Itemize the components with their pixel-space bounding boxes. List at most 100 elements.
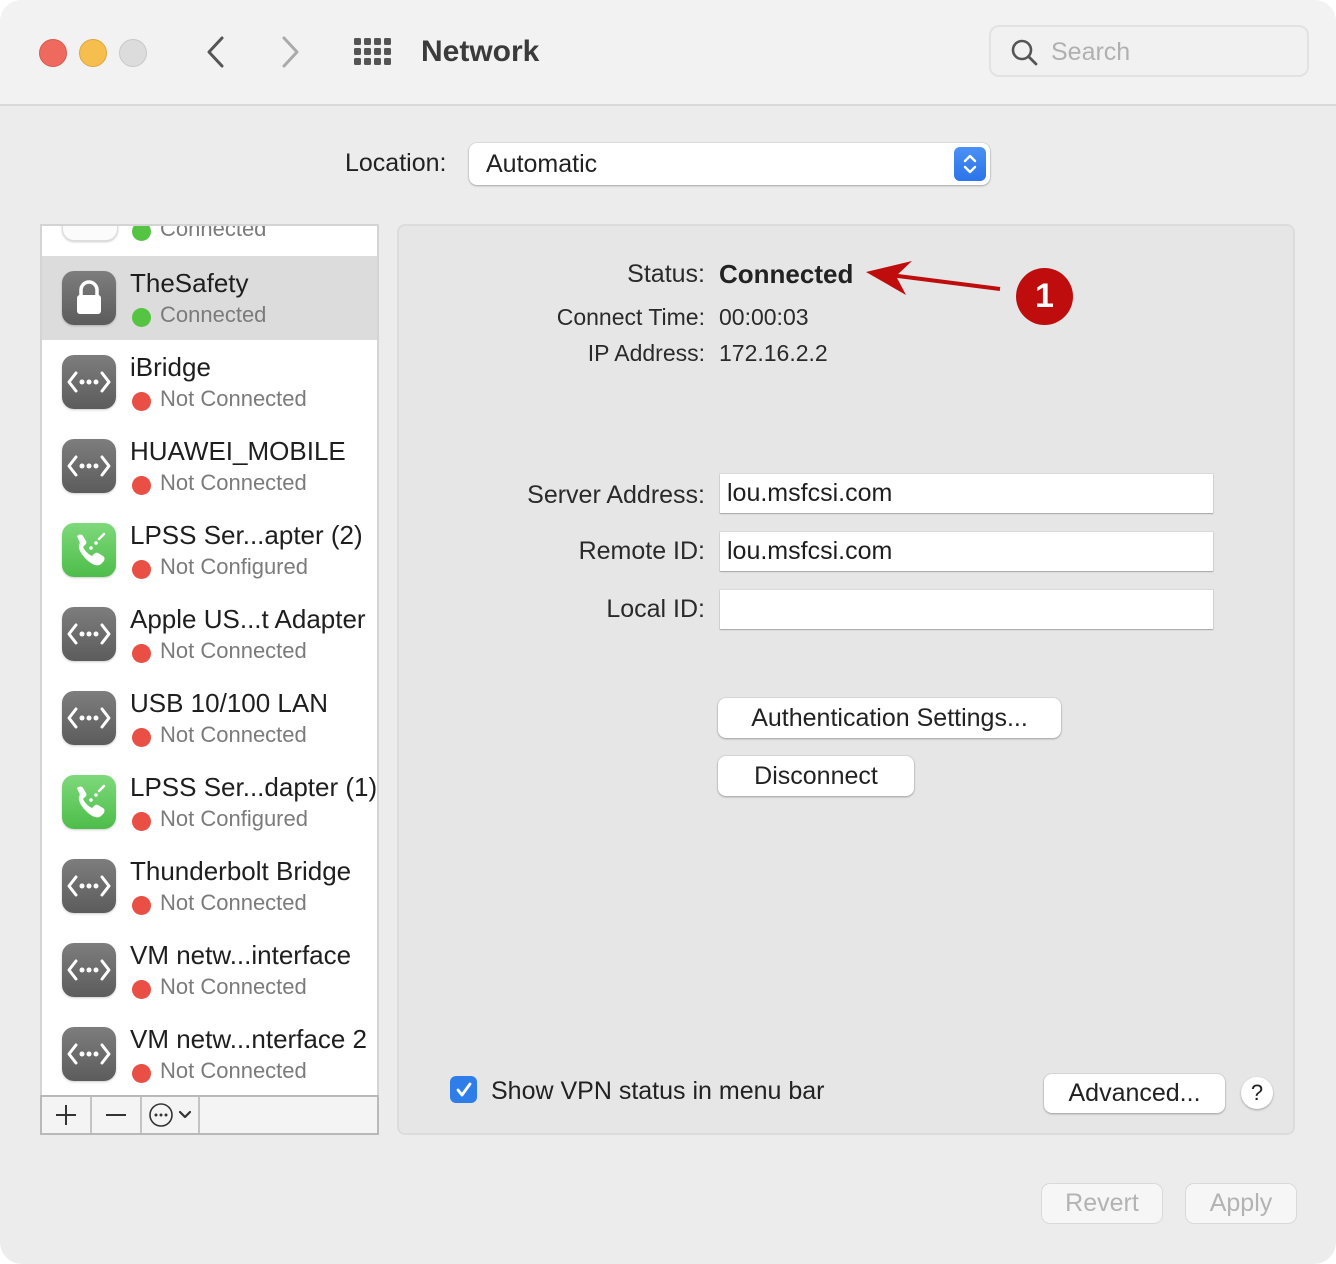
search-input[interactable] xyxy=(1049,35,1293,69)
status-dot-green xyxy=(132,226,151,241)
search-icon xyxy=(1011,39,1038,66)
status-value: Connected xyxy=(719,259,854,289)
connect-time-label: Connect Time: xyxy=(556,304,705,330)
service-actions-menu-button[interactable] xyxy=(142,1097,200,1133)
annotation-badge: 1 xyxy=(1016,268,1073,325)
service-status: Not Connected xyxy=(160,890,307,915)
window-title: Network xyxy=(421,35,540,68)
service-name: Thunderbolt Bridge xyxy=(130,856,352,886)
ip-address-label: IP Address: xyxy=(587,340,705,366)
apply-button[interactable]: Apply xyxy=(1186,1184,1296,1223)
ethernet-icon xyxy=(62,943,116,997)
status-dot-red xyxy=(132,560,151,579)
service-name: Apple US...t Adapter xyxy=(130,604,366,634)
server-address-label: Server Address: xyxy=(527,481,705,509)
chevron-down-icon xyxy=(178,1110,192,1119)
service-name: HUAWEI_MOBILE xyxy=(130,436,346,466)
ethernet-icon xyxy=(62,691,116,745)
connect-time-value: 00:00:03 xyxy=(719,304,809,330)
status-dot-green xyxy=(132,308,151,327)
remove-service-button[interactable] xyxy=(92,1097,142,1133)
server-address-input[interactable] xyxy=(720,474,1213,513)
service-item-vm-interface[interactable]: VM netw...interface Not Connected xyxy=(42,928,377,1012)
ip-address-value: 172.16.2.2 xyxy=(719,340,828,366)
service-item-vm-interface-2[interactable]: VM netw...nterface 2 Not Connected xyxy=(42,1012,377,1095)
ellipsis-circle-icon xyxy=(149,1103,173,1127)
service-name: LPSS Ser...dapter (1) xyxy=(130,772,378,802)
service-list[interactable]: Connected TheSafety Connected iBridge No… xyxy=(40,224,379,1095)
lock-icon xyxy=(62,271,116,325)
add-service-button[interactable] xyxy=(42,1097,92,1133)
close-window-button[interactable] xyxy=(39,39,67,67)
service-name: VM netw...nterface 2 xyxy=(130,1024,368,1054)
ethernet-icon xyxy=(62,355,116,409)
remote-id-input[interactable] xyxy=(720,532,1213,571)
service-name: LPSS Ser...apter (2) xyxy=(130,520,363,550)
local-id-label: Local ID: xyxy=(606,595,705,623)
service-status: Not Connected xyxy=(160,386,307,411)
status-label: Status: xyxy=(627,260,705,288)
service-item-lpss-1[interactable]: LPSS Ser...dapter (1) Not Configured xyxy=(42,760,377,844)
advanced-button[interactable]: Advanced... xyxy=(1044,1074,1225,1113)
network-preferences-window: Network Location: Automatic Connected Th… xyxy=(0,0,1336,1264)
status-dot-red xyxy=(132,392,151,411)
annotation-arrow-icon xyxy=(866,261,1001,295)
service-item-usb-lan[interactable]: USB 10/100 LAN Not Connected xyxy=(42,676,377,760)
show-vpn-status-label[interactable]: Show VPN status in menu bar xyxy=(491,1074,825,1108)
location-select[interactable]: Automatic xyxy=(469,143,990,185)
service-item-thunderbolt-bridge[interactable]: Thunderbolt Bridge Not Connected xyxy=(42,844,377,928)
chevron-left-icon xyxy=(207,36,224,68)
status-dot-red xyxy=(132,644,151,663)
service-status: Not Connected xyxy=(160,722,307,747)
revert-button[interactable]: Revert xyxy=(1042,1184,1162,1223)
authentication-settings-button[interactable]: Authentication Settings... xyxy=(718,698,1061,738)
service-item-thesafety[interactable]: TheSafety Connected xyxy=(42,256,377,340)
phone-modem-icon xyxy=(62,775,116,829)
service-status: Not Configured xyxy=(160,554,308,579)
minus-icon xyxy=(106,1114,126,1116)
title-bar: Network xyxy=(0,0,1336,106)
service-status: Not Connected xyxy=(160,974,307,999)
chevron-right-icon xyxy=(282,36,299,68)
service-status: Connected xyxy=(160,302,267,327)
search-field[interactable] xyxy=(989,25,1309,77)
ethernet-icon xyxy=(62,607,116,661)
disconnect-button[interactable]: Disconnect xyxy=(718,756,914,796)
service-item-apple-usb-adapter[interactable]: Apple US...t Adapter Not Connected xyxy=(42,592,377,676)
service-item[interactable]: Connected xyxy=(42,224,377,254)
service-name: USB 10/100 LAN xyxy=(130,688,329,718)
service-status: Not Configured xyxy=(160,806,308,831)
status-dot-red xyxy=(132,896,151,915)
updown-chevron-icon xyxy=(954,147,986,181)
zoom-window-button[interactable] xyxy=(119,39,147,67)
location-label: Location: xyxy=(345,149,447,177)
forward-button[interactable] xyxy=(270,30,310,74)
service-list-toolbar xyxy=(40,1095,379,1135)
status-dot-red xyxy=(132,812,151,831)
ethernet-icon xyxy=(62,859,116,913)
service-item-huawei-mobile[interactable]: HUAWEI_MOBILE Not Connected xyxy=(42,424,377,508)
plus-icon xyxy=(56,1105,76,1125)
service-status: Not Connected xyxy=(160,470,307,495)
service-item-lpss-2[interactable]: LPSS Ser...apter (2) Not Configured xyxy=(42,508,377,592)
service-status: Not Connected xyxy=(160,1058,307,1083)
service-status: Not Connected xyxy=(160,638,307,663)
service-name: VM netw...interface xyxy=(130,940,352,970)
service-icon xyxy=(62,226,118,241)
minimize-window-button[interactable] xyxy=(79,39,107,67)
phone-modem-icon xyxy=(62,523,116,577)
ethernet-icon xyxy=(62,439,116,493)
status-dot-red xyxy=(132,980,151,999)
back-button[interactable] xyxy=(196,30,236,74)
service-name: TheSafety xyxy=(130,268,249,298)
service-item-ibridge[interactable]: iBridge Not Connected xyxy=(42,340,377,424)
show-vpn-status-checkbox[interactable] xyxy=(450,1076,477,1103)
status-dot-red xyxy=(132,728,151,747)
location-value: Automatic xyxy=(486,150,598,178)
status-dot-red xyxy=(132,476,151,495)
help-button[interactable]: ? xyxy=(1241,1077,1273,1109)
local-id-input[interactable] xyxy=(720,590,1213,629)
show-all-button[interactable] xyxy=(350,36,394,68)
service-status: Connected xyxy=(160,224,267,241)
status-dot-red xyxy=(132,1064,151,1083)
